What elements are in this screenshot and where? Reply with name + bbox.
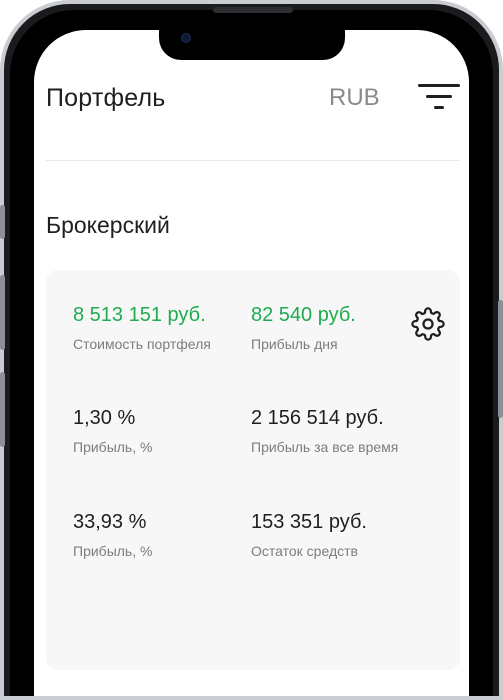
silent-switch xyxy=(0,205,5,239)
cash-balance-value: 153 351 руб. xyxy=(251,511,367,533)
settings-button[interactable] xyxy=(411,307,445,341)
currency-selector[interactable]: RUB xyxy=(329,84,380,112)
header-divider xyxy=(46,160,460,161)
front-camera xyxy=(181,33,191,43)
volume-up-button xyxy=(0,275,5,350)
total-profit-value: 2 156 514 руб. xyxy=(251,407,384,429)
profit-percent-label: Прибыль, % xyxy=(73,439,153,455)
profit-percent-total-label: Прибыль, % xyxy=(73,543,153,559)
gear-icon xyxy=(411,307,445,341)
daily-profit-value: 82 540 руб. xyxy=(251,304,356,326)
portfolio-value: 8 513 151 руб. xyxy=(73,304,206,326)
speaker-grill xyxy=(213,7,293,13)
volume-down-button xyxy=(0,372,5,447)
filter-button[interactable] xyxy=(418,82,460,112)
portfolio-summary-card xyxy=(46,270,460,670)
portfolio-value-label: Стоимость портфеля xyxy=(73,336,211,352)
page-title: Портфель xyxy=(46,84,166,112)
total-profit-label: Прибыль за все время xyxy=(251,439,399,455)
power-button xyxy=(498,300,503,418)
account-section-title: Брокерский xyxy=(46,212,170,238)
cash-balance-label: Остаток средств xyxy=(251,543,358,559)
profit-percent-total-value: 33,93 % xyxy=(73,511,147,533)
daily-profit-label: Прибыль дня xyxy=(251,336,338,352)
profit-percent-value: 1,30 % xyxy=(73,407,136,429)
